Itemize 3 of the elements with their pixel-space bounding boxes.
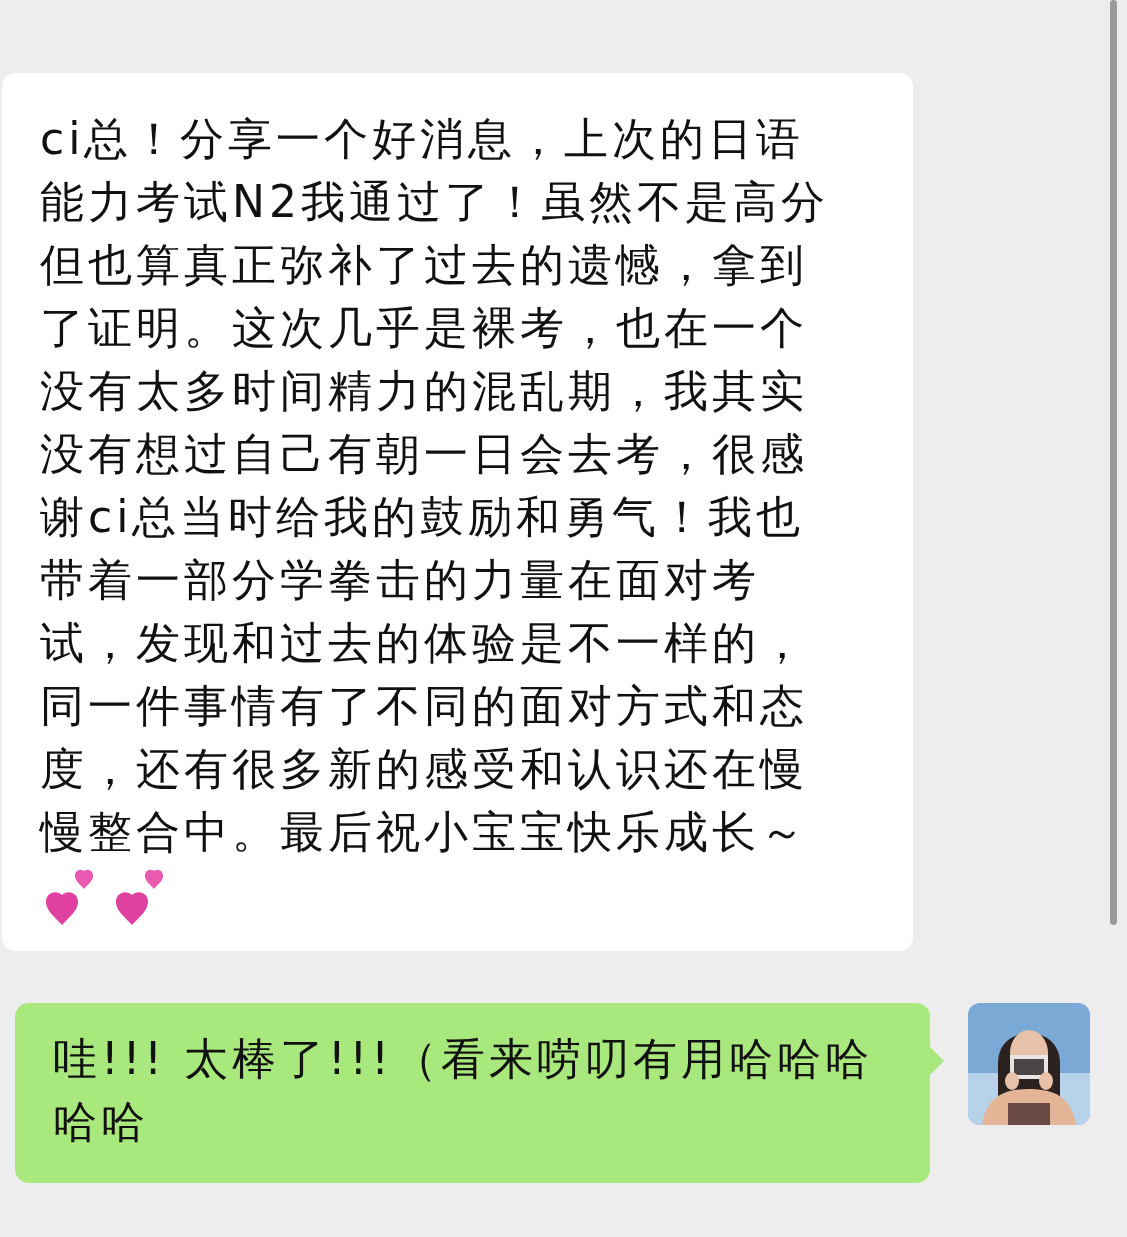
scrollbar[interactable]	[1110, 0, 1117, 925]
message-text: 哇!!! 太棒了!!!（看来唠叨有用哈哈哈哈哈	[53, 1032, 874, 1149]
message-text: ci总！分享一个好消息，上次的日语能力考试N2我通过了！虽然不是高分但也算真正弥补了过去的遗憾，拿到了证明。这次几乎是裸考，也在一个没有太多时间精力的混乱期，我其实没有想过自己有朝一日会去考，很感谢ci总当时给我的鼓励和勇气！我也带着一部分学拳击的力量在面对考试，发现和过去的体验是不一样的，同一件事情有了不同的面对方式和态度，还有很多新的感受和认识还在慢慢整合中。最后祝小宝宝快乐成长～	[40, 112, 830, 859]
